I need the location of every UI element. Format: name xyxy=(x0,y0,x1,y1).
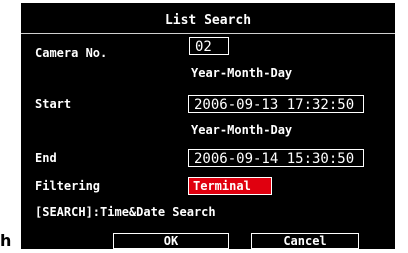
camera-no-label: Camera No. xyxy=(35,46,108,60)
date-format-hint-start: Year-Month-Day xyxy=(191,66,293,80)
filtering-label: Filtering xyxy=(35,179,101,193)
page-edge-letter: h xyxy=(0,232,12,250)
dialog-title: List Search xyxy=(164,13,252,28)
end-datetime-field[interactable]: 2006-09-14 15:30:50 xyxy=(188,149,364,167)
ok-button[interactable]: OK xyxy=(113,233,229,249)
start-datetime-field[interactable]: 2006-09-13 17:32:50 xyxy=(188,95,364,113)
filtering-dropdown[interactable]: Terminal xyxy=(188,177,272,195)
search-hint: [SEARCH]:Time&Date Search xyxy=(35,205,216,219)
title-divider xyxy=(21,33,395,34)
start-label: Start xyxy=(35,97,72,111)
end-label: End xyxy=(35,151,57,165)
cancel-button[interactable]: Cancel xyxy=(251,233,359,249)
list-search-dialog: List Search Camera No. 02 Year-Month-Day… xyxy=(21,3,395,249)
date-format-hint-end: Year-Month-Day xyxy=(191,123,293,137)
camera-no-field[interactable]: 02 xyxy=(189,37,229,55)
